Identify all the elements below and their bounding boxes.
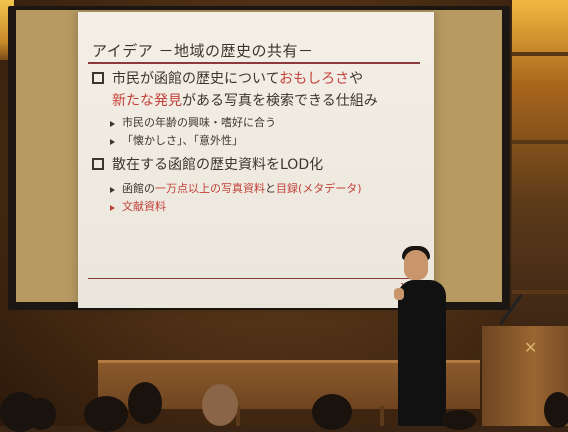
audience-head bbox=[26, 398, 56, 430]
audience-head bbox=[442, 410, 476, 430]
audience bbox=[0, 0, 568, 432]
audience-head bbox=[202, 384, 238, 426]
audience-head bbox=[544, 392, 568, 428]
audience-head bbox=[84, 396, 128, 432]
audience-head bbox=[128, 382, 162, 424]
audience-head bbox=[312, 394, 352, 430]
